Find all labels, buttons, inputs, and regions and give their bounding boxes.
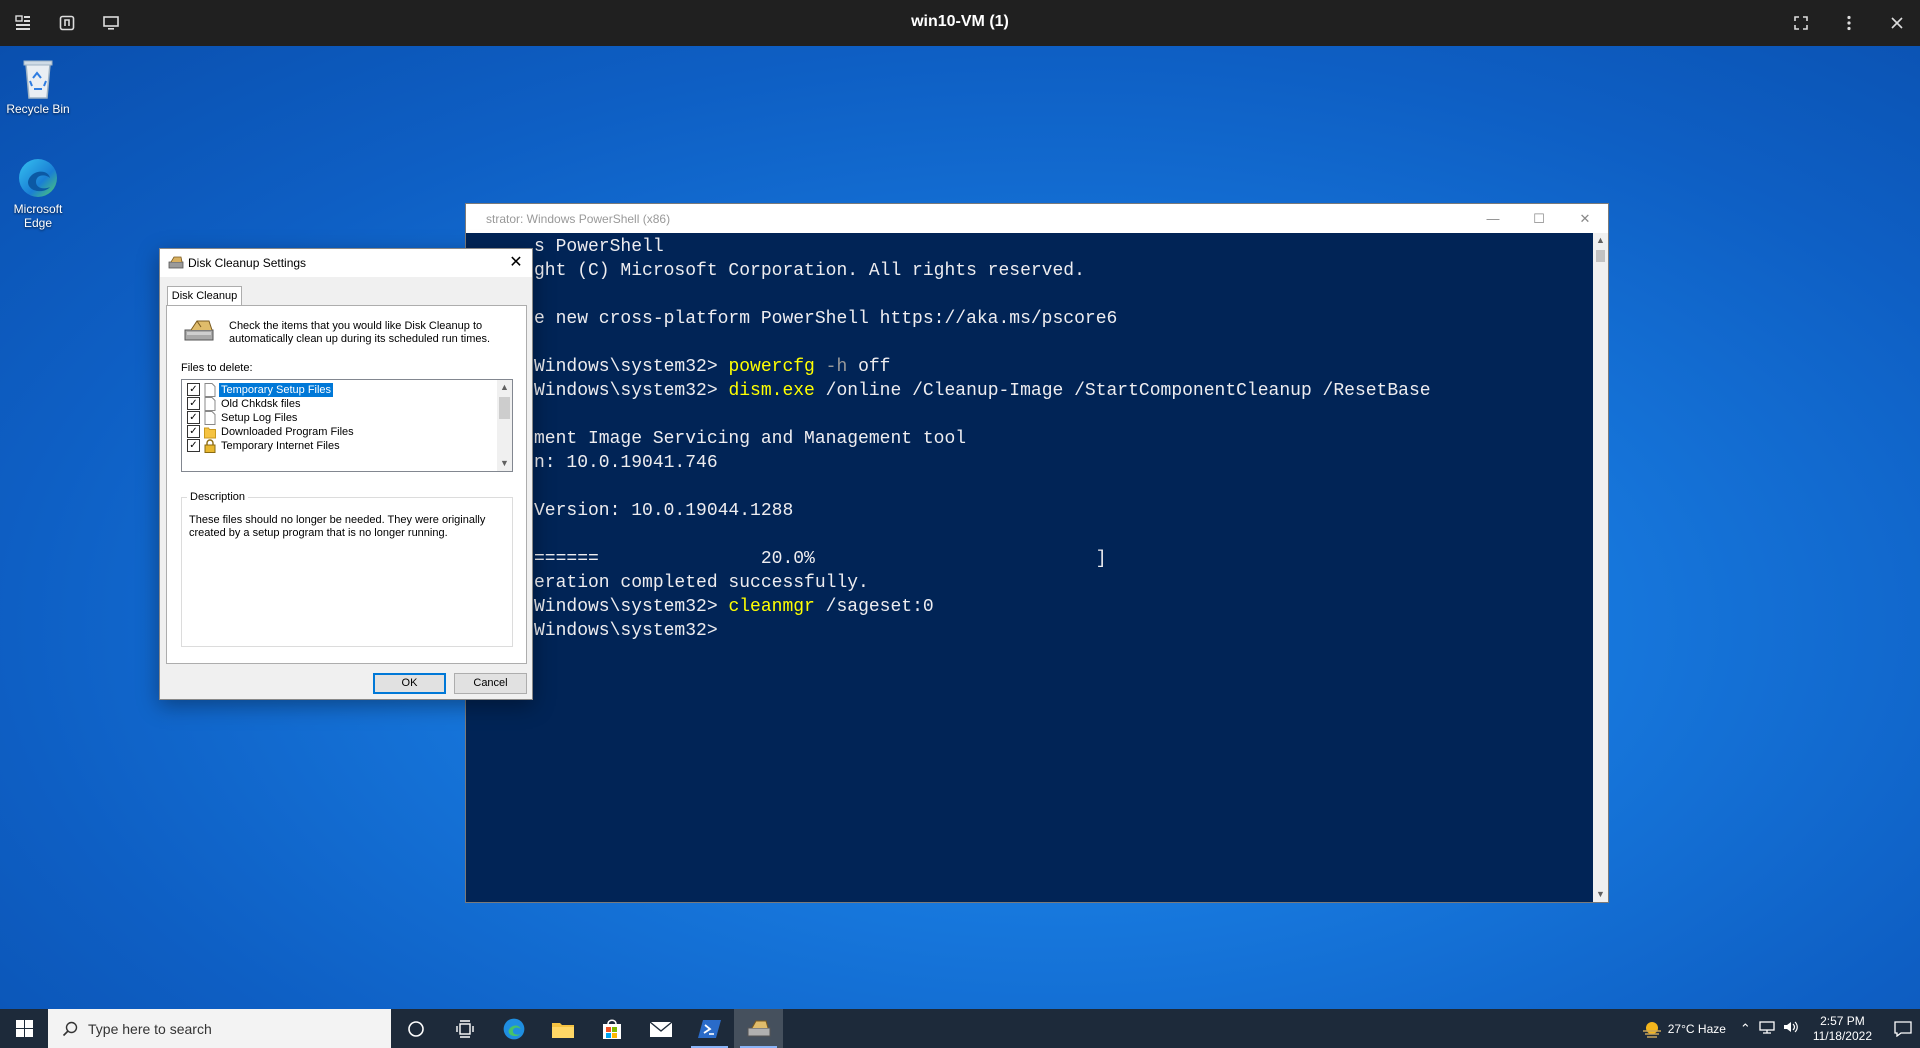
close-icon[interactable] [1880,6,1914,40]
edge-icon [16,156,60,200]
scroll-up-icon[interactable]: ▲ [1593,233,1608,248]
disk-cleanup-icon[interactable] [734,1009,783,1048]
terminal-line: ment Image Servicing and Management tool [534,429,967,449]
scrollbar-thumb[interactable] [1596,250,1605,262]
fullscreen-icon[interactable] [1784,6,1818,40]
cancel-button[interactable]: Cancel [454,673,527,694]
powershell-titlebar[interactable]: strator: Windows PowerShell (x86) — ☐ ✕ [466,204,1608,233]
tab-disk-cleanup[interactable]: Disk Cleanup [167,286,242,306]
network-icon[interactable] [1759,1020,1775,1037]
terminal-line: ====== 20.0% ] [534,549,1107,569]
terminal-prompt: Windows\system32> [534,381,729,401]
ok-button[interactable]: OK [373,673,446,694]
terminal-output[interactable]: s PowerShell ght (C) Microsoft Corporatio… [466,233,1593,902]
store-icon[interactable] [587,1009,636,1048]
description-text: These files should no longer be needed. … [189,514,486,539]
description-label: Description [187,491,249,503]
terminal-line: Windows\system32> [534,621,718,641]
desktop-icon-label: Recycle Bin [6,102,70,116]
terminal-line: s PowerShell [534,237,664,257]
terminal-line: n: 10.0.19041.746 [534,453,718,473]
search-icon [62,1021,78,1036]
notification-center-icon[interactable] [1886,1009,1920,1048]
clock-date: 11/18/2022 [1812,1028,1872,1043]
terminal-parameter: -h [814,357,848,377]
terminal-command: powercfg [728,357,815,377]
taskbar-search-box[interactable]: Type here to search [48,1009,391,1048]
cortana-icon[interactable] [391,1009,440,1048]
clock[interactable]: 2:57 PM 11/18/2022 [1813,1014,1872,1044]
checkbox[interactable]: ✓ [187,439,200,452]
close-icon[interactable]: ✕ [506,252,526,272]
list-scrollbar[interactable]: ▲ ▼ [497,380,512,471]
terminal-prompt: Windows\system32> [534,357,729,377]
scroll-down-icon[interactable]: ▼ [1593,887,1608,902]
start-button[interactable] [0,1009,48,1048]
terminal-command: cleanmgr [728,597,815,617]
dialog-titlebar[interactable]: Disk Cleanup Settings ✕ [160,249,532,277]
task-view-icon[interactable] [440,1009,489,1048]
weather-widget[interactable]: 27°C Haze [1641,1020,1726,1038]
window-title: strator: Windows PowerShell (x86) [486,212,671,226]
file-explorer-icon[interactable] [538,1009,587,1048]
search-placeholder: Type here to search [88,1020,212,1037]
close-icon[interactable]: ✕ [1562,204,1608,233]
clock-time: 2:57 PM [1820,1013,1865,1028]
terminal-arguments: /online /Cleanup-Image /StartComponentCl… [814,381,1431,401]
volume-icon[interactable] [1783,1020,1799,1037]
haze-sun-icon [1642,1021,1661,1038]
disk-cleanup-icon [183,318,217,344]
edge-icon[interactable] [489,1009,538,1048]
windows-logo-icon [15,1020,33,1037]
more-options-icon[interactable] [1832,6,1866,40]
powershell-window[interactable]: strator: Windows PowerShell (x86) — ☐ ✕ … [465,203,1609,903]
minimize-icon[interactable]: — [1470,204,1516,233]
weather-text: 27°C Haze [1667,1021,1726,1036]
maximize-icon[interactable]: ☐ [1516,204,1562,233]
description-group: Description These files should no longer… [181,491,513,647]
vm-viewer-bar: win10-VM (1) [0,0,1920,46]
scroll-up-icon[interactable]: ▲ [497,380,512,395]
chevron-up-icon[interactable]: ⌃ [1740,1021,1751,1037]
vertical-scrollbar[interactable]: ▲ ▼ [1593,233,1608,902]
instructions-text: Check the items that you would like Disk… [229,320,491,345]
mail-icon[interactable] [636,1009,685,1048]
desktop-icon-edge[interactable]: Microsoft Edge [0,156,76,230]
files-to-delete-label: Files to delete: [181,362,253,374]
disk-cleanup-settings-dialog[interactable]: Disk Cleanup Settings ✕ Disk Cleanup Che… [159,248,533,700]
recycle-bin-icon [16,56,60,100]
lock-icon [204,438,216,453]
terminal-prompt: Windows\system32> [534,597,729,617]
list-item-label: Temporary Internet Files [221,439,340,452]
tab-panel: Check the items that you would like Disk… [166,305,527,664]
taskbar: Type here to search 27°C Haze ⌃ 2:57 PM … [0,1009,1920,1048]
terminal-arguments: off [847,357,891,377]
terminal-command: dism.exe [728,381,815,401]
terminal-line: e new cross-platform PowerShell https://… [534,309,1118,329]
system-tray: 27°C Haze ⌃ 2:57 PM 11/18/2022 [1641,1009,1920,1048]
files-to-delete-list[interactable]: ✓ Temporary Setup Files ✓ Old Chkdsk files ✓… [181,379,513,472]
scroll-down-icon[interactable]: ▼ [497,456,512,471]
terminal-line: Windows\system32> powercfg -h off [534,355,1593,379]
dialog-title: Disk Cleanup Settings [188,256,307,270]
scrollbar-thumb[interactable] [499,397,510,419]
terminal-line: eration completed successfully. [534,573,869,593]
terminal-arguments: /sageset:0 [814,597,934,617]
list-item[interactable]: ✓ Temporary Internet Files [182,437,492,454]
terminal-line: ght (C) Microsoft Corporation. All right… [534,261,1085,281]
terminal-line: Windows\system32> cleanmgr /sageset:0 [534,595,1593,619]
desktop-icon-label: Microsoft Edge [13,202,63,230]
vm-title: win10-VM (1) [911,13,1009,30]
terminal-line: Windows\system32> dism.exe /online /Clea… [534,379,1593,403]
terminal-line: Version: 10.0.19044.1288 [534,501,794,521]
powershell-icon[interactable] [685,1009,734,1048]
desktop-icon-recycle-bin[interactable]: Recycle Bin [0,56,76,116]
desktop: Recycle Bin Microsoft Edge strator: Wind… [0,46,1920,1009]
disk-cleanup-icon [168,256,184,270]
